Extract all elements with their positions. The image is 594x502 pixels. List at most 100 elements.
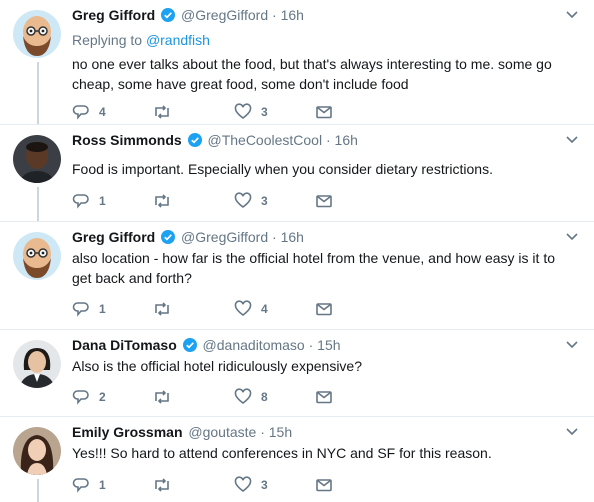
tweet[interactable]: Greg Gifford @GregGifford · 16h also loc… bbox=[0, 222, 594, 329]
verified-badge-icon bbox=[182, 338, 197, 356]
chevron-down-icon[interactable] bbox=[566, 131, 578, 149]
display-name[interactable]: Dana DiTomaso bbox=[72, 337, 177, 353]
like-icon bbox=[234, 476, 252, 494]
user-handle[interactable]: @TheCoolestCool bbox=[207, 132, 322, 148]
separator-dot: · bbox=[308, 337, 314, 353]
retweet-icon bbox=[152, 103, 172, 121]
replying-to-label: Replying to bbox=[72, 32, 143, 48]
user-handle[interactable]: @GregGifford bbox=[181, 229, 268, 245]
like-count: 4 bbox=[261, 302, 268, 316]
user-handle[interactable]: @danaditomaso bbox=[203, 337, 305, 353]
timestamp[interactable]: 15h bbox=[269, 424, 292, 440]
reply-count: 4 bbox=[99, 105, 106, 119]
display-name[interactable]: Ross Simmonds bbox=[72, 132, 182, 148]
like-icon bbox=[234, 103, 252, 121]
verified-badge-icon bbox=[161, 8, 176, 26]
retweet-icon bbox=[152, 192, 172, 210]
reply-icon bbox=[72, 300, 90, 318]
conversation-thread: Greg Gifford @GregGifford · 16h Replying… bbox=[0, 0, 594, 502]
reply-count: 2 bbox=[99, 390, 106, 404]
chevron-down-icon[interactable] bbox=[566, 336, 578, 354]
thread-line bbox=[37, 479, 39, 502]
tweet-header: Ross Simmonds @TheCoolestCool · 16h bbox=[72, 131, 358, 151]
tweet-text: Yes!!! So hard to attend conferences in … bbox=[72, 445, 492, 461]
retweet-button[interactable] bbox=[152, 191, 181, 211]
user-handle[interactable]: @GregGifford bbox=[181, 7, 268, 23]
chevron-down-icon[interactable] bbox=[566, 228, 578, 246]
timestamp[interactable]: 16h bbox=[281, 229, 304, 245]
reply-icon bbox=[72, 103, 90, 121]
tweet[interactable]: Ross Simmonds @TheCoolestCool · 16h Food… bbox=[0, 125, 594, 221]
avatar[interactable] bbox=[13, 135, 61, 183]
like-icon bbox=[234, 300, 252, 318]
retweet-button[interactable] bbox=[152, 102, 181, 122]
like-count: 8 bbox=[261, 390, 268, 404]
tweet[interactable]: Dana DiTomaso @danaditomaso · 15h Also i… bbox=[0, 330, 594, 416]
replying-to: Replying to @randfish bbox=[72, 31, 210, 49]
thread-line bbox=[37, 187, 39, 221]
avatar[interactable] bbox=[13, 10, 61, 58]
retweet-icon bbox=[152, 476, 172, 494]
direct-message-icon bbox=[315, 192, 333, 210]
reply-count: 1 bbox=[99, 194, 106, 208]
separator-dot: · bbox=[325, 132, 331, 148]
direct-message-icon bbox=[315, 300, 333, 318]
direct-message-button[interactable] bbox=[315, 191, 333, 211]
direct-message-button[interactable] bbox=[315, 475, 333, 495]
reply-button[interactable]: 1 bbox=[72, 475, 106, 495]
tweet-text: Food is important. Especially when you c… bbox=[72, 161, 493, 177]
thread-line bbox=[37, 62, 39, 124]
verified-badge-icon bbox=[187, 133, 202, 151]
retweet-button[interactable] bbox=[152, 475, 181, 495]
display-name[interactable]: Greg Gifford bbox=[72, 229, 155, 245]
user-handle[interactable]: @goutaste bbox=[188, 424, 256, 440]
timestamp[interactable]: 16h bbox=[281, 7, 304, 23]
display-name[interactable]: Emily Grossman bbox=[72, 424, 183, 440]
tweet-text: also location - how far is the official … bbox=[72, 250, 555, 286]
like-button[interactable]: 3 bbox=[234, 191, 268, 211]
retweet-button[interactable] bbox=[152, 299, 181, 319]
retweet-button[interactable] bbox=[152, 387, 181, 407]
like-button[interactable]: 4 bbox=[234, 299, 268, 319]
verified-badge-icon bbox=[161, 230, 176, 248]
tweet-header: Greg Gifford @GregGifford · 16h bbox=[72, 228, 304, 248]
display-name[interactable]: Greg Gifford bbox=[72, 7, 155, 23]
direct-message-icon bbox=[315, 388, 333, 406]
reply-icon bbox=[72, 192, 90, 210]
tweet[interactable]: Greg Gifford @GregGifford · 16h Replying… bbox=[0, 0, 594, 124]
timestamp[interactable]: 15h bbox=[317, 337, 340, 353]
tweet-header: Dana DiTomaso @danaditomaso · 15h bbox=[72, 336, 341, 356]
reply-button[interactable]: 4 bbox=[72, 102, 106, 122]
like-count: 3 bbox=[261, 478, 268, 492]
like-button[interactable]: 3 bbox=[234, 102, 268, 122]
reply-button[interactable]: 2 bbox=[72, 387, 106, 407]
avatar[interactable] bbox=[13, 427, 61, 475]
like-button[interactable]: 8 bbox=[234, 387, 268, 407]
reply-button[interactable]: 1 bbox=[72, 191, 106, 211]
chevron-down-icon[interactable] bbox=[566, 6, 578, 24]
reply-count: 1 bbox=[99, 302, 106, 316]
direct-message-icon bbox=[315, 476, 333, 494]
direct-message-button[interactable] bbox=[315, 299, 333, 319]
retweet-icon bbox=[152, 300, 172, 318]
direct-message-button[interactable] bbox=[315, 387, 333, 407]
like-count: 3 bbox=[261, 105, 268, 119]
tweet-header: Greg Gifford @GregGifford · 16h bbox=[72, 6, 304, 26]
like-icon bbox=[234, 388, 252, 406]
avatar[interactable] bbox=[13, 340, 61, 388]
chevron-down-icon[interactable] bbox=[566, 423, 578, 441]
retweet-icon bbox=[152, 388, 172, 406]
like-count: 3 bbox=[261, 194, 268, 208]
like-icon bbox=[234, 192, 252, 210]
reply-button[interactable]: 1 bbox=[72, 299, 106, 319]
reply-icon bbox=[72, 388, 90, 406]
tweet[interactable]: Emily Grossman @goutaste · 15h Yes!!! So… bbox=[0, 417, 594, 502]
like-button[interactable]: 3 bbox=[234, 475, 268, 495]
direct-message-icon bbox=[315, 103, 333, 121]
avatar[interactable] bbox=[13, 232, 61, 280]
reply-icon bbox=[72, 476, 90, 494]
replying-to-link[interactable]: @randfish bbox=[146, 32, 210, 48]
timestamp[interactable]: 16h bbox=[335, 132, 358, 148]
reply-count: 1 bbox=[99, 478, 106, 492]
direct-message-button[interactable] bbox=[315, 102, 333, 122]
